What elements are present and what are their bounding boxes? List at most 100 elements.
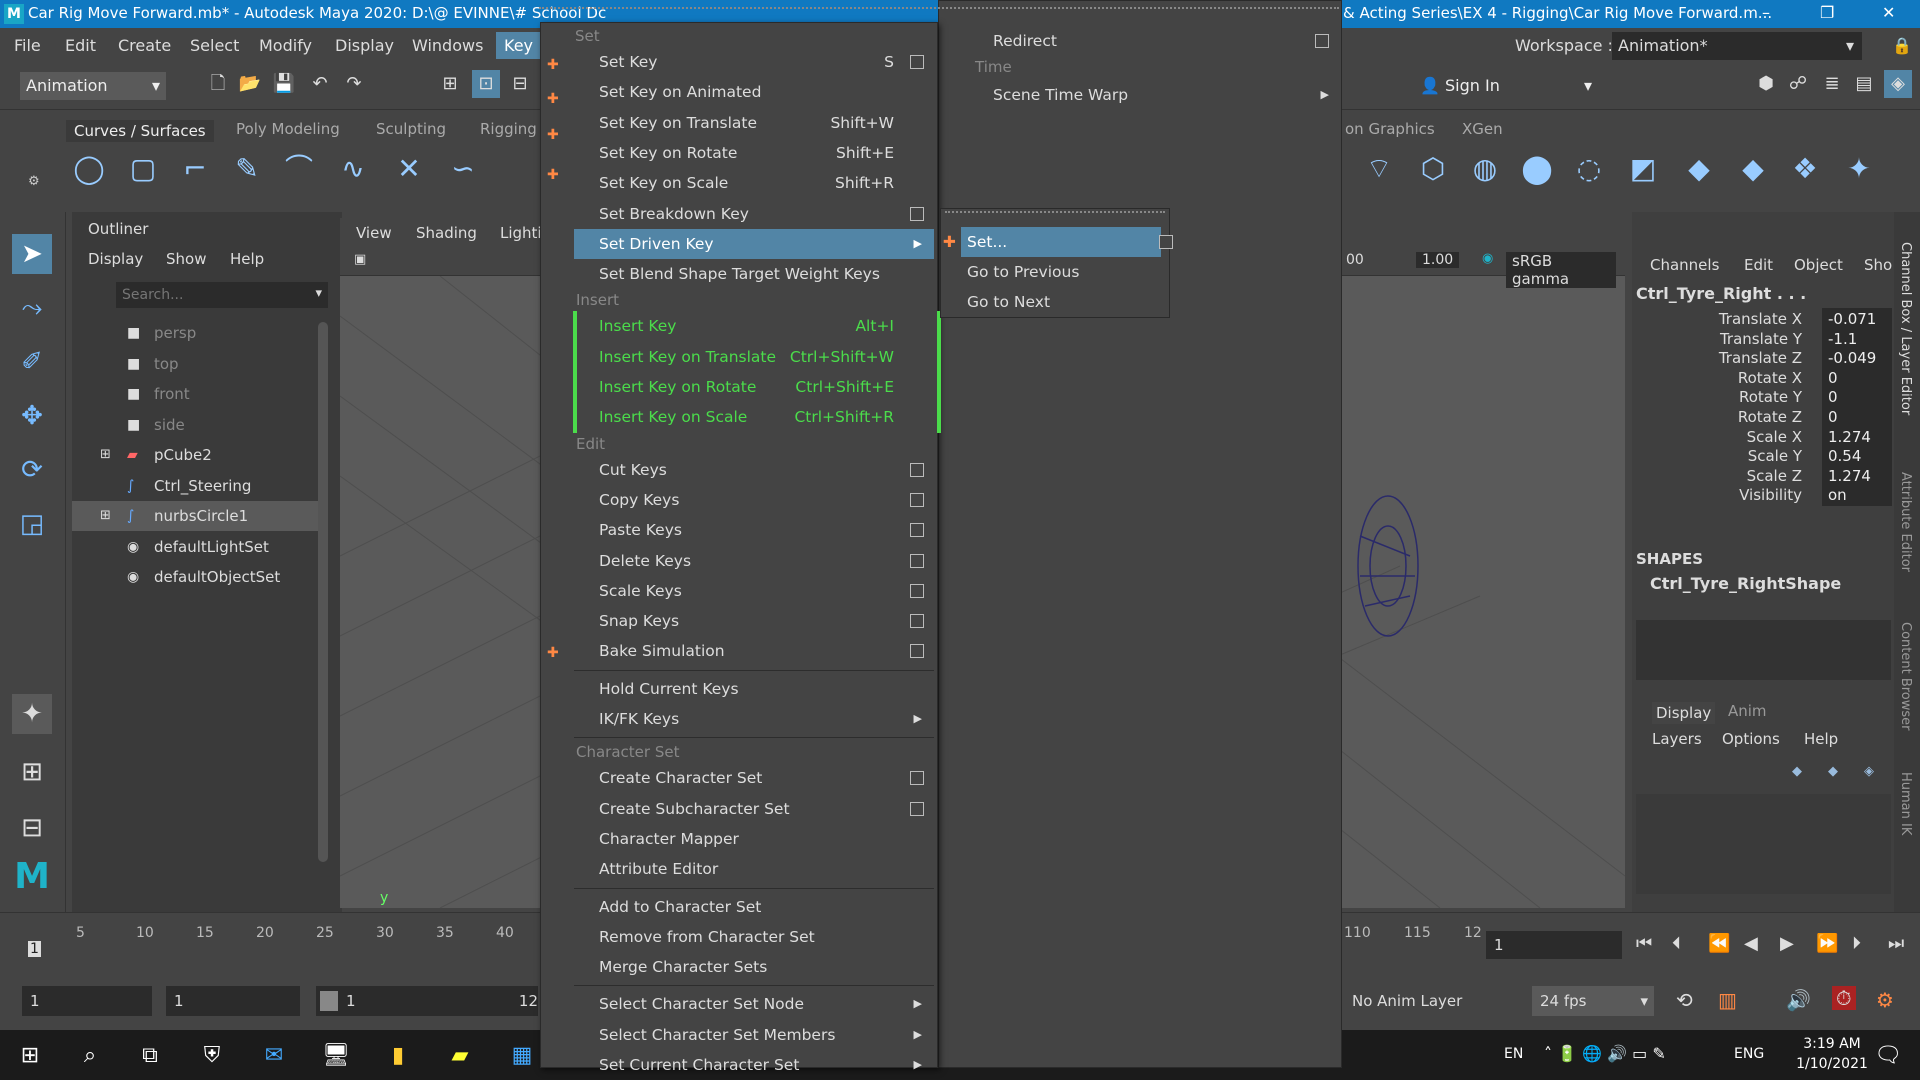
security-icon[interactable]: ⛨ xyxy=(196,1040,228,1072)
cb-shape-name[interactable]: Ctrl_Tyre_RightShape xyxy=(1650,574,1841,593)
scale-tool-icon[interactable]: ◲ xyxy=(12,504,52,544)
curve-tool-icon[interactable]: ∽ xyxy=(444,150,482,188)
play-forwards-icon[interactable]: ▶ xyxy=(1780,933,1794,954)
lock-icon[interactable]: 🔒 xyxy=(1892,36,1912,55)
outliner-item-Ctrl_Steering[interactable]: ∫ Ctrl_Steering xyxy=(72,471,312,501)
anim-layer-label[interactable]: No Anim Layer xyxy=(1352,992,1462,1010)
step-forward-frame-icon[interactable]: ⏵ xyxy=(1852,933,1861,954)
camera-icon[interactable]: ▣ xyxy=(354,252,366,267)
menu-item-snap-keys[interactable]: Snap Keys xyxy=(574,606,934,636)
key-menu-tear-off[interactable] xyxy=(539,7,1339,13)
menu-item-cut-keys[interactable]: Cut Keys xyxy=(574,455,934,485)
menu-select[interactable]: Select xyxy=(190,36,239,55)
menu-item-merge-character-sets[interactable]: Merge Character Sets xyxy=(574,952,934,982)
menu-item-set-blend-shape-target-weight-keys[interactable]: Set Blend Shape Target Weight Keys xyxy=(574,259,934,289)
menu-item-add-to-character-set[interactable]: Add to Character Set xyxy=(574,892,934,922)
option-box[interactable] xyxy=(910,644,924,659)
undo-icon[interactable]: ↶ xyxy=(306,70,334,98)
layout-single-icon[interactable]: ✦ xyxy=(12,694,52,734)
auto-key-icon[interactable]: ⏱ xyxy=(1832,986,1856,1010)
menu-create[interactable]: Create xyxy=(118,36,171,55)
extrude-icon[interactable]: ◆ xyxy=(1734,150,1772,188)
menu-item-insert-key-on-translate[interactable]: Insert Key on Translate Ctrl+Shift+W xyxy=(574,342,934,372)
sdk-set-item[interactable]: ✚ Set... xyxy=(943,227,1173,257)
outliner-menu-help[interactable]: Help xyxy=(230,250,264,268)
clock-date[interactable]: 1/10/2021 xyxy=(1794,1056,1870,1072)
sticky-notes-icon[interactable]: ▰ xyxy=(444,1040,476,1072)
menu-item-set-key-on-translate[interactable]: Set Key on Translate Shift+W xyxy=(574,108,934,138)
lang-indicator-2[interactable]: ENG xyxy=(1734,1046,1764,1062)
menu-item-set-current-character-set[interactable]: Set Current Character Set ▶ xyxy=(574,1050,934,1080)
menu-key[interactable]: Key xyxy=(496,32,542,59)
menu-item-set-key-on-animated[interactable]: Set Key on Animated xyxy=(574,77,934,107)
layer-move-down-icon[interactable]: ◆ xyxy=(1828,764,1838,779)
menu-display[interactable]: Display xyxy=(335,36,394,55)
layer-menu-help[interactable]: Help xyxy=(1804,730,1838,748)
menu-item-set-key-on-rotate[interactable]: Set Key on Rotate Shift+E xyxy=(574,138,934,168)
ik-icon[interactable]: ☍ xyxy=(1784,70,1812,98)
cb-tab-edit[interactable]: Edit xyxy=(1744,256,1773,274)
cb-node-name[interactable]: Ctrl_Tyre_Right . . . xyxy=(1636,284,1806,303)
menu-item-paste-keys[interactable]: Paste Keys xyxy=(574,515,934,545)
range-slider-bar[interactable]: 1 12 xyxy=(316,986,538,1016)
cb-attr-row[interactable]: Visibility on xyxy=(1632,484,1894,510)
pencil-curve-icon[interactable]: ✎ xyxy=(228,150,266,188)
outliner-menu-show[interactable]: Show xyxy=(166,250,206,268)
close-button[interactable]: ✕ xyxy=(1882,3,1895,22)
menu-item-select-character-set-members[interactable]: Select Character Set Members ▶ xyxy=(574,1020,934,1050)
open-scene-icon[interactable]: 📂 xyxy=(236,70,264,98)
planar-icon[interactable]: ◩ xyxy=(1624,150,1662,188)
layer-icon[interactable]: ◈ xyxy=(1884,70,1912,98)
channel-box-icon[interactable]: ≣ xyxy=(1818,70,1846,98)
lasso-tool-icon[interactable]: ⤳ xyxy=(12,288,52,328)
mode-select[interactable]: Animation ▾ xyxy=(20,72,166,100)
search-icon[interactable]: ⌕ xyxy=(74,1040,106,1072)
outliner-search[interactable]: ▾ xyxy=(116,282,328,308)
select-tool-icon[interactable]: ➤ xyxy=(12,234,52,274)
paint-select-icon[interactable]: ✐ xyxy=(12,342,52,382)
layer-tab-anim[interactable]: Anim xyxy=(1728,702,1767,720)
menu-edit[interactable]: Edit xyxy=(65,36,96,55)
viewport-menu-view[interactable]: View xyxy=(356,224,392,242)
boundary-icon[interactable]: ✦ xyxy=(1840,150,1878,188)
outliner-item-nurbsCircle1[interactable]: ⊞ ∫ nurbsCircle1 xyxy=(72,501,324,531)
outliner-item-side[interactable]: ■ side xyxy=(72,410,312,440)
nurbs-square-icon[interactable]: ▢ xyxy=(124,150,162,188)
menu-item-create-character-set[interactable]: Create Character Set xyxy=(574,763,934,793)
surface-cone-icon[interactable]: ⌔ xyxy=(1360,150,1398,188)
tab-attribute-editor[interactable]: Attribute Editor xyxy=(1898,472,1913,572)
menu-item-scale-keys[interactable]: Scale Keys xyxy=(574,576,934,606)
color-management-icon[interactable]: ◉ xyxy=(1482,251,1493,266)
option-box[interactable] xyxy=(910,771,924,786)
layer-menu-options[interactable]: Options xyxy=(1722,730,1780,748)
layer-new-icon[interactable]: ◈ xyxy=(1864,764,1874,779)
range-start2-field[interactable]: 1 xyxy=(166,986,300,1016)
new-scene-icon[interactable]: 🗋 xyxy=(204,70,232,98)
option-box[interactable] xyxy=(910,55,924,69)
outlook-icon[interactable]: ✉ xyxy=(258,1040,290,1072)
menu-item-create-subcharacter-set[interactable]: Create Subcharacter Set xyxy=(574,794,934,824)
surface-cylinder-icon[interactable]: ◍ xyxy=(1466,150,1504,188)
select-component-icon[interactable]: ⊟ xyxy=(506,70,534,98)
outliner-menu-display[interactable]: Display xyxy=(88,250,143,268)
gamma-value-1[interactable]: 00 xyxy=(1346,252,1364,268)
fps-select[interactable]: 24 fps ▾ xyxy=(1532,986,1654,1016)
go-to-start-icon[interactable]: ⏮ xyxy=(1636,933,1652,954)
menu-item-ik-fk-keys[interactable]: IK/FK Keys ▶ xyxy=(574,704,934,734)
shelf-tab-poly[interactable]: Poly Modeling xyxy=(236,120,340,138)
sdk-go-previous-item[interactable]: Go to Previous xyxy=(961,257,1161,287)
nurbs-circle-icon[interactable]: ◯ xyxy=(70,150,108,188)
menu-item-character-mapper[interactable]: Character Mapper xyxy=(574,824,934,854)
sdk-go-next-item[interactable]: Go to Next xyxy=(961,287,1161,317)
render-icon[interactable]: ⬢ xyxy=(1752,70,1780,98)
shelf-gear-icon[interactable]: ⚙ xyxy=(28,174,40,189)
viewport-menu-lighting[interactable]: Lighti xyxy=(500,224,542,242)
option-box[interactable] xyxy=(910,801,924,816)
tab-content-browser[interactable]: Content Browser xyxy=(1898,622,1913,731)
menu-item-hold-current-keys[interactable]: Hold Current Keys xyxy=(574,674,934,704)
sdk-set-option-box[interactable] xyxy=(1159,235,1173,249)
redirect-option-box[interactable] xyxy=(1315,34,1329,48)
range-start-field[interactable]: 1 xyxy=(22,986,152,1016)
option-box[interactable] xyxy=(910,462,924,477)
layer-menu-layers[interactable]: Layers xyxy=(1652,730,1702,748)
